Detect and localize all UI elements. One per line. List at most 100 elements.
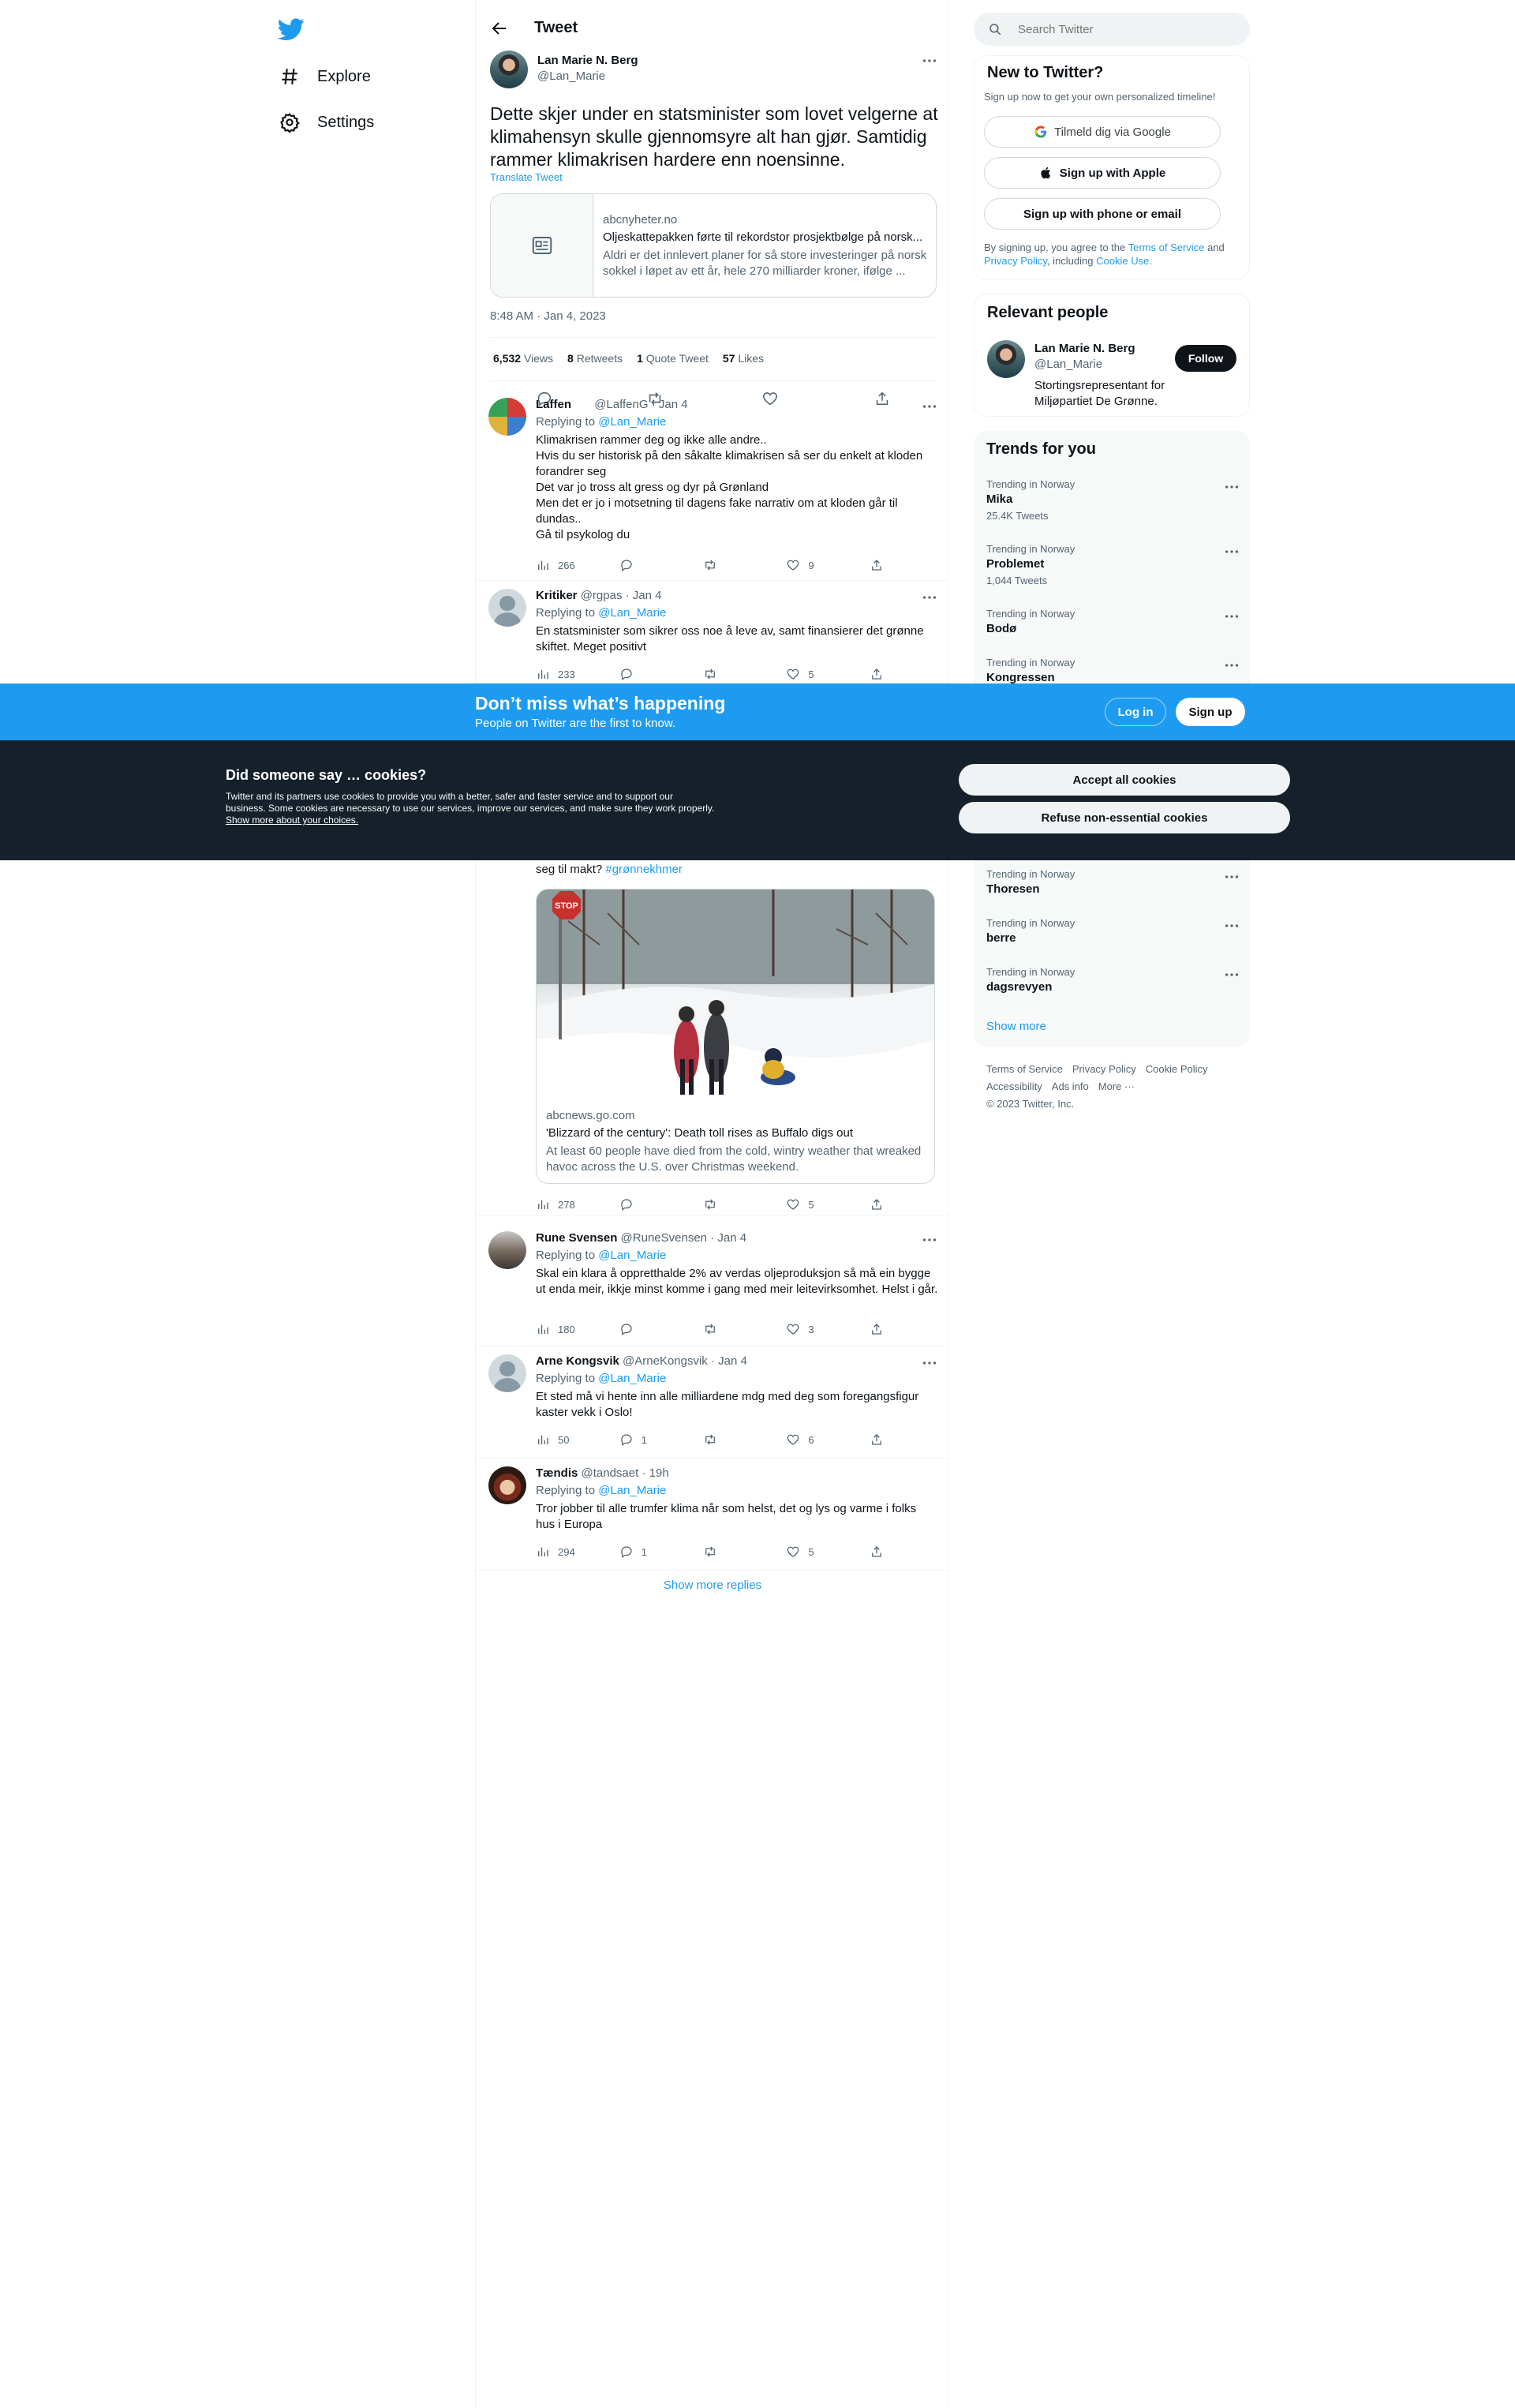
more-options-icon[interactable] bbox=[1223, 966, 1240, 983]
phone-email-signup-button[interactable]: Sign up with phone or email bbox=[984, 198, 1221, 230]
avatar[interactable] bbox=[987, 340, 1025, 378]
author-handle[interactable]: @Lan_Marie bbox=[537, 69, 605, 83]
tweet-timestamp[interactable]: 8:48 AM · Jan 4, 2023 bbox=[490, 309, 606, 323]
refuse-cookies-button[interactable]: Refuse non-essential cookies bbox=[959, 802, 1290, 833]
mention-link[interactable]: @Lan_Marie bbox=[598, 415, 666, 429]
author-name[interactable]: Lan Marie N. Berg bbox=[537, 54, 638, 67]
reply-tweet[interactable]: Laffen @LaffenG · Jan 4 Replying to @Lan… bbox=[476, 390, 949, 581]
reply-action[interactable]: 1 bbox=[619, 1544, 703, 1560]
more-options-icon[interactable] bbox=[1223, 868, 1240, 886]
like-action[interactable]: 3 bbox=[786, 1321, 870, 1337]
share-action[interactable] bbox=[870, 1197, 899, 1212]
like-action[interactable]: 5 bbox=[786, 666, 870, 682]
avatar[interactable] bbox=[490, 51, 528, 88]
likes-stat[interactable]: 57 Likes bbox=[723, 352, 764, 365]
hashtag-link[interactable]: #grønnekhmer bbox=[605, 863, 683, 876]
views-action[interactable]: 50 bbox=[536, 1432, 619, 1447]
footer-terms-link[interactable]: Terms of Service bbox=[986, 1063, 1063, 1075]
footer-ads-link[interactable]: Ads info bbox=[1052, 1080, 1089, 1092]
reply-tweet[interactable]: Kritiker @rgpas · Jan 4 Replying to @Lan… bbox=[476, 581, 949, 683]
retweet-action[interactable] bbox=[703, 1197, 787, 1212]
mention-link[interactable]: @Lan_Marie bbox=[598, 1249, 666, 1262]
nav-settings[interactable]: Settings bbox=[279, 103, 374, 142]
retweet-action[interactable] bbox=[703, 1544, 787, 1560]
share-action[interactable] bbox=[870, 1321, 899, 1337]
reply-action[interactable] bbox=[619, 666, 703, 682]
reply-tweet[interactable]: Tændis @tandsaet · 19h Replying to @Lan_… bbox=[476, 1459, 949, 1571]
reply-tweet[interactable]: Arne Kongsvik @ArneKongsvik · Jan 4 Repl… bbox=[476, 1346, 949, 1459]
trend-item[interactable]: Trending in Norway Thoresen bbox=[974, 868, 1250, 908]
like-action[interactable]: 5 bbox=[786, 1544, 870, 1560]
back-arrow-icon[interactable] bbox=[490, 19, 509, 38]
more-options-icon[interactable] bbox=[921, 1231, 938, 1249]
accept-cookies-button[interactable]: Accept all cookies bbox=[959, 764, 1290, 796]
footer-more-link[interactable]: More ··· bbox=[1098, 1080, 1135, 1092]
share-action[interactable] bbox=[870, 1544, 899, 1560]
share-action[interactable] bbox=[870, 557, 899, 573]
trend-item[interactable]: Trending in Norway berre bbox=[974, 917, 1250, 957]
login-button[interactable]: Log in bbox=[1105, 698, 1166, 726]
retweets-stat[interactable]: 8 Retweets bbox=[567, 352, 623, 365]
reply-action[interactable] bbox=[619, 557, 703, 573]
more-options-icon[interactable] bbox=[1223, 657, 1240, 674]
more-options-icon[interactable] bbox=[921, 589, 938, 606]
reply-action[interactable] bbox=[619, 1197, 703, 1212]
views-action[interactable]: 180 bbox=[536, 1321, 619, 1337]
twitter-logo-icon[interactable] bbox=[278, 16, 305, 43]
show-more-replies-button[interactable]: Show more replies bbox=[476, 1578, 949, 1592]
avatar[interactable] bbox=[488, 398, 526, 436]
views-action[interactable]: 233 bbox=[536, 666, 619, 682]
views-action[interactable]: 278 bbox=[536, 1197, 619, 1212]
avatar[interactable] bbox=[488, 1466, 526, 1504]
retweet-action[interactable] bbox=[703, 1432, 787, 1447]
reply-tweet[interactable]: Rune Svensen @RuneSvensen · Jan 4 Replyi… bbox=[476, 1223, 949, 1346]
privacy-link[interactable]: Privacy Policy bbox=[984, 255, 1047, 267]
trend-item[interactable]: Trending in Norway Bodø bbox=[974, 608, 1250, 647]
trend-item[interactable]: Trending in Norway Mika 25.4K Tweets bbox=[974, 478, 1250, 534]
more-options-icon[interactable] bbox=[1223, 543, 1240, 560]
like-action[interactable]: 6 bbox=[786, 1432, 870, 1447]
footer-cookie-link[interactable]: Cookie Policy bbox=[1146, 1063, 1208, 1075]
follow-button[interactable]: Follow bbox=[1175, 345, 1236, 372]
show-more-trends-link[interactable]: Show more bbox=[986, 1020, 1046, 1033]
reply-action[interactable]: 1 bbox=[619, 1432, 703, 1447]
trend-item[interactable]: Trending in Norway dagsrevyen bbox=[974, 966, 1250, 1006]
share-action[interactable] bbox=[870, 666, 899, 682]
quote-tweets-stat[interactable]: 1 Quote Tweet bbox=[637, 352, 709, 365]
avatar[interactable] bbox=[488, 1354, 526, 1392]
media-card[interactable]: STOP abcnews.go.com 'Blizzard of the cen… bbox=[536, 889, 935, 1184]
link-card[interactable]: abcnyheter.no Oljeskattepakken førte til… bbox=[490, 193, 937, 298]
person-handle[interactable]: @Lan_Marie bbox=[1034, 358, 1102, 371]
views-action[interactable]: 294 bbox=[536, 1544, 619, 1560]
footer-accessibility-link[interactable]: Accessibility bbox=[986, 1080, 1042, 1092]
translate-link[interactable]: Translate Tweet bbox=[490, 171, 563, 183]
nav-explore[interactable]: Explore bbox=[279, 57, 371, 96]
more-options-icon[interactable] bbox=[921, 1354, 938, 1372]
more-options-icon[interactable] bbox=[1223, 608, 1240, 625]
like-action[interactable]: 9 bbox=[786, 557, 870, 573]
avatar[interactable] bbox=[488, 1231, 526, 1269]
like-action[interactable]: 5 bbox=[786, 1197, 870, 1212]
person-name[interactable]: Lan Marie N. Berg bbox=[1034, 342, 1135, 355]
google-signup-button[interactable]: Tilmeld dig via Google bbox=[984, 116, 1221, 148]
apple-signup-button[interactable]: Sign up with Apple bbox=[984, 157, 1221, 189]
trend-item[interactable]: Trending in Norway Problemet 1,044 Tweet… bbox=[974, 543, 1250, 598]
more-options-icon[interactable] bbox=[921, 398, 938, 415]
more-options-icon[interactable] bbox=[1223, 917, 1240, 934]
search-input[interactable] bbox=[1018, 13, 1239, 46]
retweet-action[interactable] bbox=[703, 1321, 787, 1337]
mention-link[interactable]: @Lan_Marie bbox=[598, 606, 666, 620]
share-action[interactable] bbox=[870, 1432, 899, 1447]
cookie-use-link[interactable]: Cookie Use. bbox=[1096, 255, 1152, 267]
terms-link[interactable]: Terms of Service bbox=[1128, 242, 1205, 253]
more-options-icon[interactable] bbox=[1223, 478, 1240, 496]
more-options-icon[interactable] bbox=[921, 52, 938, 69]
reply-tweet[interactable]: seg til makt? #grønnekhmer STOP abcnews.… bbox=[476, 837, 949, 1215]
footer-privacy-link[interactable]: Privacy Policy bbox=[1072, 1063, 1136, 1075]
mention-link[interactable]: @Lan_Marie bbox=[598, 1372, 666, 1385]
avatar[interactable] bbox=[488, 589, 526, 627]
retweet-action[interactable] bbox=[703, 666, 787, 682]
search-box[interactable] bbox=[974, 13, 1250, 46]
views-action[interactable]: 266 bbox=[536, 557, 619, 573]
mention-link[interactable]: @Lan_Marie bbox=[598, 1484, 666, 1497]
